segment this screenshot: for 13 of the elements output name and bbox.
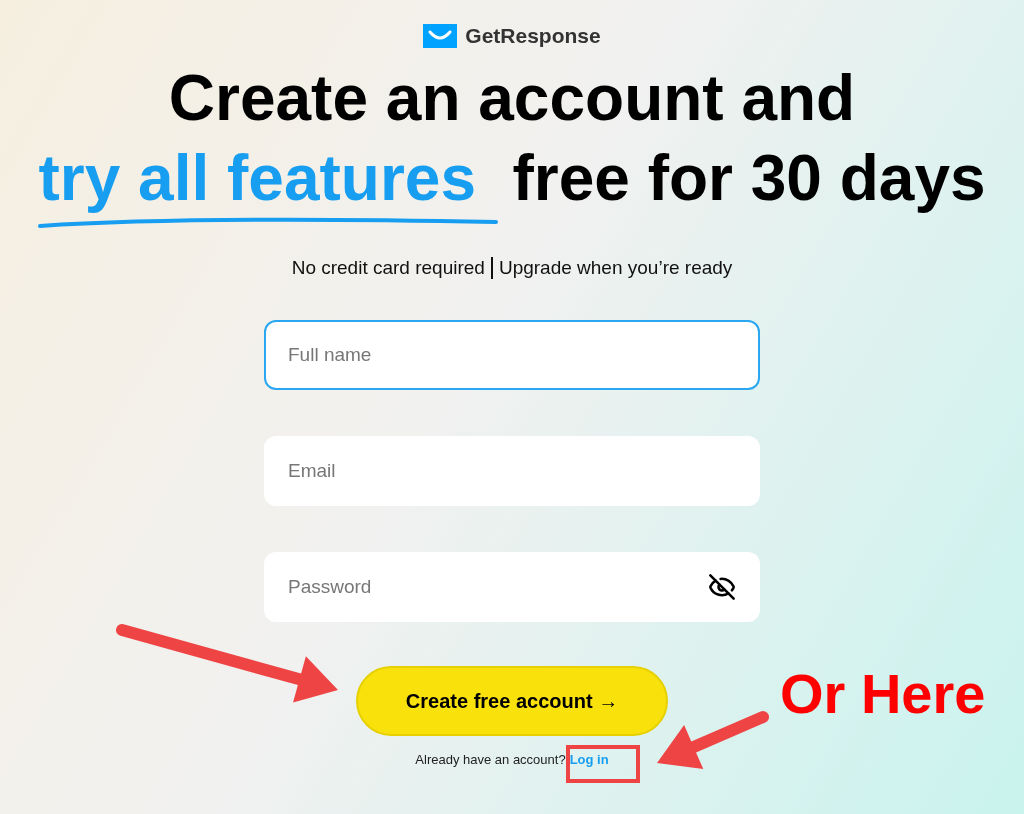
brand-name: GetResponse <box>465 23 601 49</box>
hide-password-icon[interactable] <box>708 573 736 601</box>
headline-line: Create an account and <box>168 60 856 136</box>
password-field[interactable]: Password <box>264 552 760 622</box>
annotation-text: Or Here <box>780 662 986 726</box>
logo-icon <box>423 23 458 48</box>
headline-line: free for 30 days <box>512 140 986 216</box>
create-account-button[interactable]: Create free account → <box>356 666 668 736</box>
highlighted-text: try all features <box>38 140 477 216</box>
subtitle-text: No credit card required <box>291 255 485 280</box>
login-prompt: Already have an account? <box>415 751 566 769</box>
subtitle-text: Upgrade when you’re ready <box>498 255 733 280</box>
input-field[interactable]: Full name <box>264 320 760 390</box>
